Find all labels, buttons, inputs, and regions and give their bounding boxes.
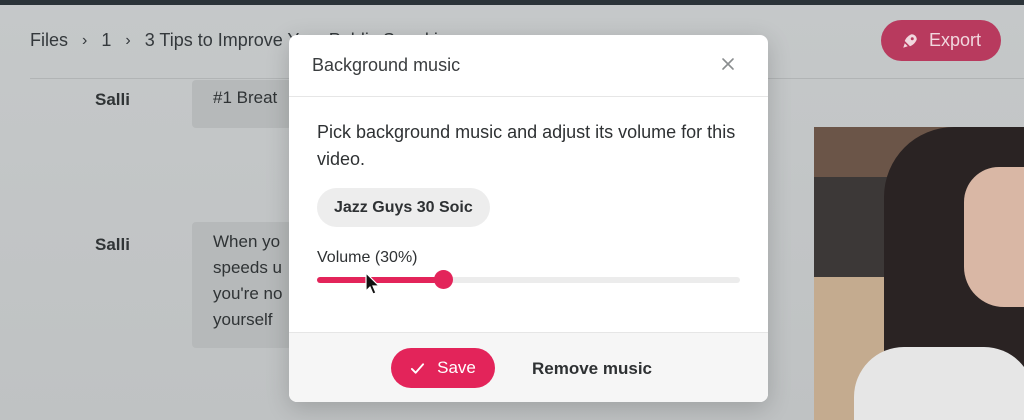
speaker-name: Salli (95, 235, 130, 254)
background-music-modal: Background music Pick background music a… (289, 35, 768, 402)
transcript-text: When yo speeds u you're no yourself (213, 229, 282, 333)
modal-header: Background music (289, 35, 768, 97)
mouse-cursor-icon (365, 272, 381, 295)
close-icon[interactable] (717, 53, 739, 75)
save-button[interactable]: Save (391, 348, 495, 388)
breadcrumb-separator: › (125, 31, 131, 49)
breadcrumb-files[interactable]: Files (30, 30, 68, 51)
modal-description: Pick background music and adjust its vol… (317, 122, 736, 169)
video-preview[interactable] (814, 127, 1024, 420)
save-label: Save (437, 358, 476, 377)
video-person-shirt (854, 347, 1024, 420)
breadcrumb-separator: › (82, 31, 88, 49)
export-label: Export (928, 30, 982, 50)
transcript-line: speeds u (213, 258, 282, 277)
transcript-line: When yo (213, 232, 281, 251)
transcript-line: yourself (213, 310, 273, 329)
export-button[interactable]: Export (881, 20, 1001, 61)
music-select-chip[interactable]: Jazz Guys 30 Soic (317, 188, 490, 227)
rocket-icon (903, 33, 917, 48)
check-icon (411, 362, 425, 374)
transcript-text: #1 Breat (213, 88, 278, 107)
modal-footer: Save Remove music (289, 332, 768, 402)
video-person-face (964, 167, 1024, 307)
transcript-line: you're no (213, 284, 283, 303)
modal-title: Background music (312, 55, 461, 75)
speaker-name: Salli (95, 90, 130, 109)
remove-music-button[interactable]: Remove music (532, 359, 652, 379)
volume-label: Volume (30%) (317, 249, 418, 266)
volume-slider-thumb[interactable] (433, 270, 453, 289)
breadcrumb-folder[interactable]: 1 (101, 30, 111, 51)
